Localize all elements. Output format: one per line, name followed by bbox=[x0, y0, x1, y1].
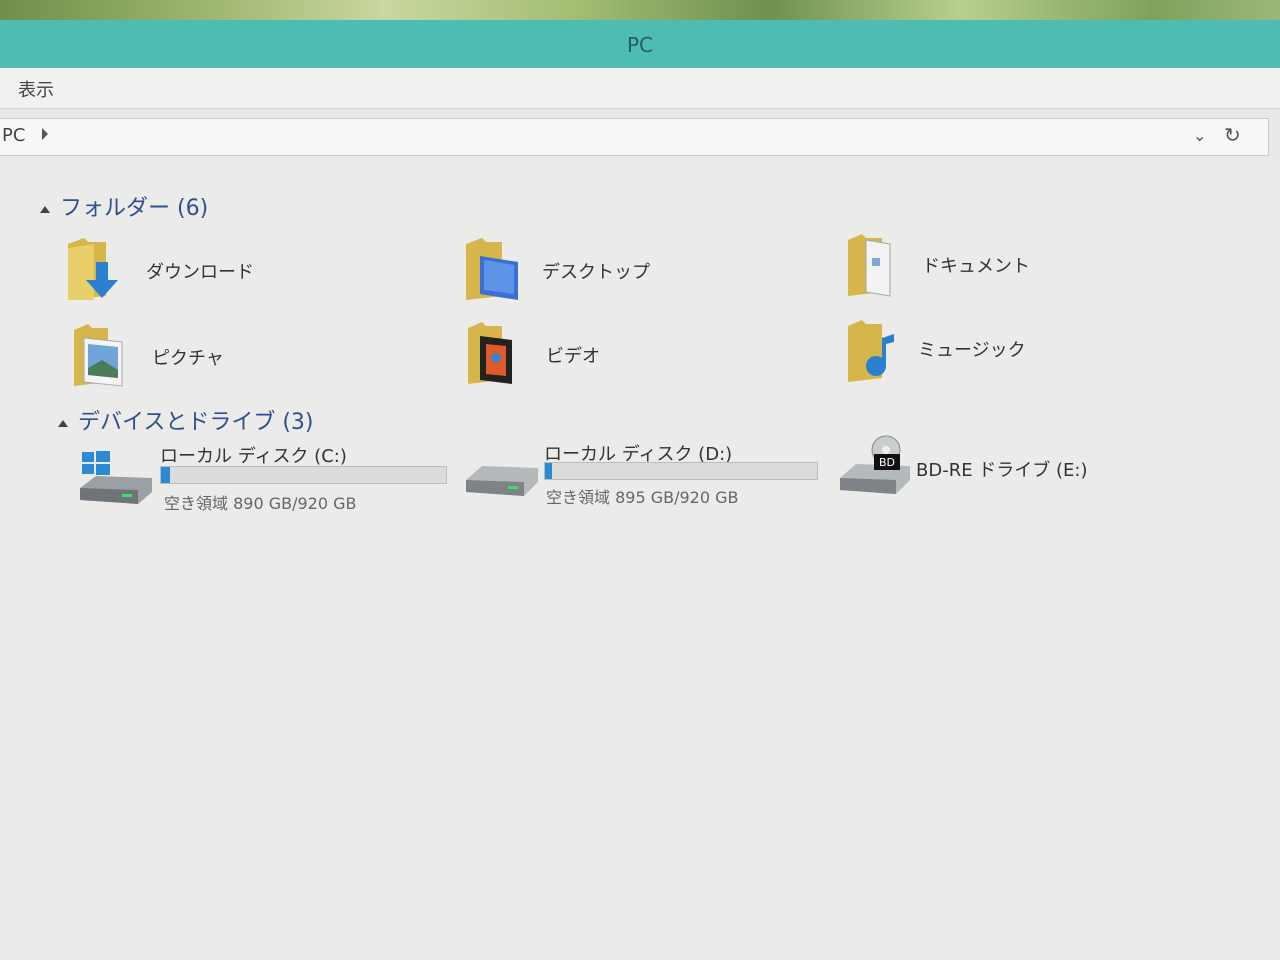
group-header-devices[interactable]: デバイスとドライブ (3) bbox=[58, 404, 314, 436]
breadcrumb-pc[interactable]: PC bbox=[2, 125, 25, 146]
desktop-folder-icon bbox=[466, 238, 518, 300]
group-header-folders-label: フォルダー (6) bbox=[60, 196, 209, 221]
window-titlebar[interactable]: PC bbox=[0, 20, 1280, 68]
drive-usage-bar bbox=[544, 462, 818, 480]
hard-drive-icon bbox=[466, 466, 538, 496]
folder-item-videos[interactable]: ビデオ bbox=[466, 318, 826, 398]
folder-label: ドキュメント bbox=[922, 256, 1030, 277]
windows-drive-icon bbox=[80, 451, 152, 504]
folder-label: ビデオ bbox=[546, 346, 600, 367]
folder-label: ミュージック bbox=[918, 340, 1026, 361]
window-title: PC bbox=[626, 33, 654, 57]
downloads-folder-icon bbox=[68, 238, 118, 300]
collapse-triangle-icon[interactable] bbox=[40, 205, 50, 213]
folder-item-pictures[interactable]: ピクチャ bbox=[72, 320, 432, 400]
group-header-devices-label: デバイスとドライブ (3) bbox=[78, 410, 314, 435]
drive-label: ローカル ディスク (C:) bbox=[160, 446, 347, 467]
folder-label: ピクチャ bbox=[152, 348, 224, 369]
pictures-folder-icon bbox=[74, 324, 123, 387]
drive-item-c[interactable]: ローカル ディスク (C:) 空き領域 890 GB/920 GB bbox=[78, 444, 458, 524]
documents-folder-icon bbox=[848, 234, 891, 297]
svg-text:BD: BD bbox=[879, 456, 895, 469]
drive-label: BD-RE ドライブ (E:) bbox=[916, 460, 1088, 481]
drive-usage-bar bbox=[160, 466, 447, 484]
drive-item-e[interactable]: BD BD-RE ドライブ (E:) bbox=[836, 434, 1216, 514]
menu-bar: 表示 bbox=[0, 68, 1280, 109]
bluray-drive-icon: BD bbox=[840, 435, 910, 494]
folder-item-downloads[interactable]: ダウンロード bbox=[66, 234, 426, 314]
folder-label: ダウンロード bbox=[146, 262, 254, 283]
drive-usage-fill bbox=[161, 467, 171, 483]
menu-view[interactable]: 表示 bbox=[18, 76, 54, 102]
music-folder-icon bbox=[848, 320, 894, 382]
group-header-folders[interactable]: フォルダー (6) bbox=[40, 190, 208, 222]
desktop-wallpaper-strip bbox=[0, 0, 1280, 20]
chevron-down-icon[interactable]: ⌄ bbox=[1193, 126, 1206, 145]
drive-free-space: 空き領域 890 GB/920 GB bbox=[164, 494, 357, 513]
address-bar[interactable]: PC ⌄ ↻ bbox=[0, 118, 1269, 156]
folder-label: デスクトップ bbox=[542, 262, 650, 283]
drive-free-space: 空き領域 895 GB/920 GB bbox=[546, 488, 739, 507]
breadcrumb-arrow-icon[interactable] bbox=[42, 128, 48, 140]
drive-item-d[interactable]: ローカル ディスク (D:) 空き領域 895 GB/920 GB bbox=[462, 440, 842, 520]
folder-item-desktop[interactable]: デスクトップ bbox=[462, 234, 822, 314]
folder-item-music[interactable]: ミュージック bbox=[846, 316, 1206, 396]
videos-folder-icon bbox=[468, 322, 512, 384]
refresh-icon[interactable]: ↻ bbox=[1224, 123, 1241, 147]
collapse-triangle-icon[interactable] bbox=[58, 419, 68, 427]
drive-usage-fill bbox=[545, 463, 553, 479]
folder-item-documents[interactable]: ドキュメント bbox=[846, 230, 1206, 310]
